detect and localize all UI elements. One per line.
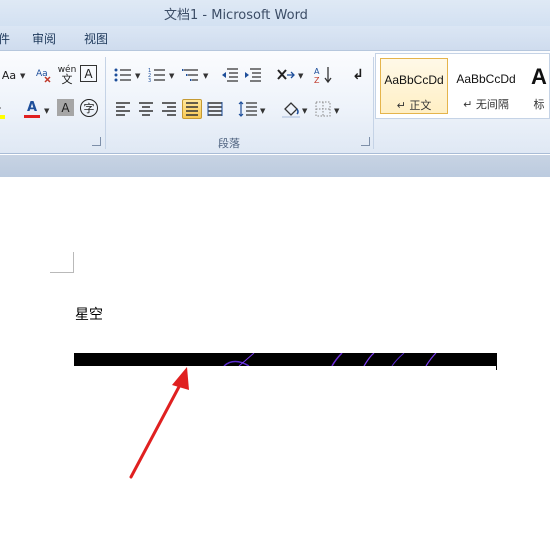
red-arrow-icon [129,367,189,479]
